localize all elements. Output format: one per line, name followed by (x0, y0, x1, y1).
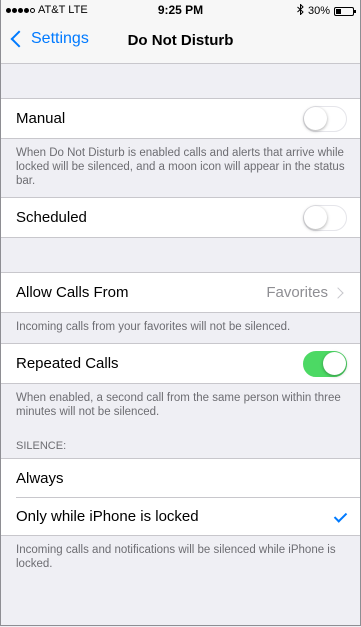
allow-calls-footer: Incoming calls from your favorites will … (16, 321, 291, 333)
repeated-calls-row: Repeated Calls (1, 343, 360, 384)
toggle-knob (304, 206, 327, 229)
silence-options: Always Only while iPhone is locked (1, 458, 360, 536)
battery-percent: 30% (307, 5, 330, 17)
manual-footer: When Do Not Disturb is enabled calls and… (16, 147, 345, 187)
scheduled-row: Scheduled (1, 197, 360, 238)
checkmark-icon (333, 509, 348, 523)
silence-section-header: SILENCE: (16, 440, 67, 452)
allow-calls-from-value: Favorites (266, 284, 328, 301)
bluetooth-icon (297, 3, 304, 18)
chevron-left-icon (10, 30, 28, 48)
silence-option-label: Always (16, 469, 64, 487)
back-button[interactable]: Settings (7, 30, 89, 48)
manual-row: Manual (1, 98, 360, 139)
repeated-calls-footer: When enabled, a second call from the sam… (16, 392, 341, 418)
scheduled-label: Scheduled (16, 209, 87, 226)
allow-calls-from-label: Allow Calls From (16, 284, 129, 301)
repeated-calls-label: Repeated Calls (16, 355, 119, 372)
silence-option-label: Only while iPhone is locked (16, 507, 199, 525)
battery-icon (334, 6, 356, 16)
allow-calls-from-row[interactable]: Allow Calls From Favorites (1, 272, 360, 313)
chevron-right-icon (332, 286, 344, 299)
manual-toggle[interactable] (303, 106, 347, 132)
repeated-calls-toggle[interactable] (303, 351, 347, 377)
navigation-bar: Settings Do Not Disturb (1, 20, 360, 64)
silence-option-while-locked[interactable]: Only while iPhone is locked (1, 497, 360, 535)
manual-label: Manual (16, 110, 66, 127)
toggle-knob (304, 107, 327, 130)
silence-footer: Incoming calls and notifications will be… (16, 544, 336, 570)
back-button-label: Settings (31, 30, 89, 47)
toggle-knob (323, 352, 346, 375)
status-bar: AT&T LTE 9:25 PM 30% (1, 0, 360, 20)
scheduled-toggle[interactable] (303, 205, 347, 231)
silence-option-always[interactable]: Always (1, 459, 360, 497)
screen: AT&T LTE 9:25 PM 30% Settings Do Not Dis… (0, 0, 361, 626)
